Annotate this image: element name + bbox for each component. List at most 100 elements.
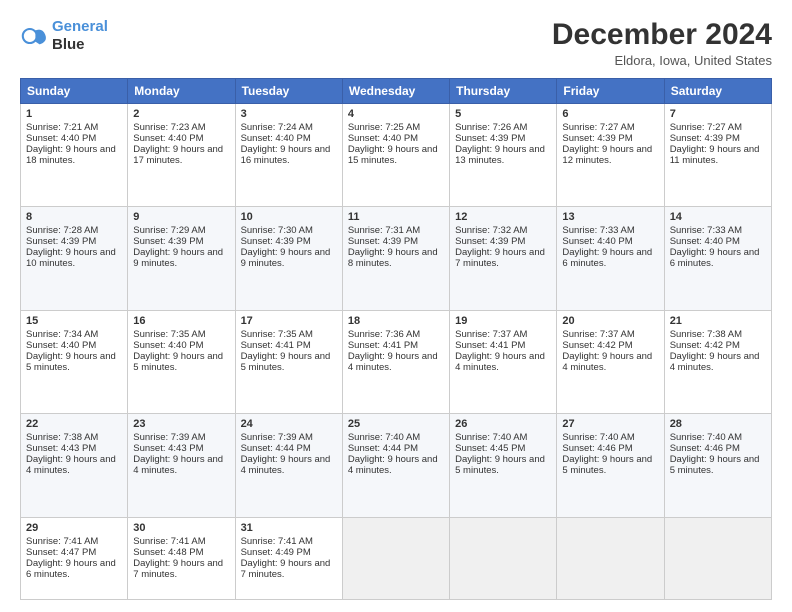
- sunset-text: Sunset: 4:39 PM: [562, 133, 632, 144]
- daylight-text: Daylight: 9 hours and 4 minutes.: [670, 351, 760, 373]
- day-cell: 16Sunrise: 7:35 AMSunset: 4:40 PMDayligh…: [128, 310, 235, 413]
- sunrise-text: Sunrise: 7:33 AM: [562, 225, 634, 236]
- day-cell: 19Sunrise: 7:37 AMSunset: 4:41 PMDayligh…: [450, 310, 557, 413]
- sunrise-text: Sunrise: 7:29 AM: [133, 225, 205, 236]
- day-number: 12: [455, 211, 551, 223]
- sunrise-text: Sunrise: 7:32 AM: [455, 225, 527, 236]
- sunset-text: Sunset: 4:40 PM: [562, 236, 632, 247]
- sunrise-text: Sunrise: 7:41 AM: [241, 536, 313, 547]
- day-cell: 9Sunrise: 7:29 AMSunset: 4:39 PMDaylight…: [128, 207, 235, 310]
- day-cell: 14Sunrise: 7:33 AMSunset: 4:40 PMDayligh…: [664, 207, 771, 310]
- day-number: 3: [241, 108, 337, 120]
- day-number: 25: [348, 418, 444, 430]
- daylight-text: Daylight: 9 hours and 13 minutes.: [455, 144, 545, 166]
- daylight-text: Daylight: 9 hours and 5 minutes.: [562, 454, 652, 476]
- sunset-text: Sunset: 4:39 PM: [26, 236, 96, 247]
- daylight-text: Daylight: 9 hours and 9 minutes.: [133, 247, 223, 269]
- day-number: 9: [133, 211, 229, 223]
- day-number: 6: [562, 108, 658, 120]
- daylight-text: Daylight: 9 hours and 7 minutes.: [455, 247, 545, 269]
- day-number: 29: [26, 522, 122, 534]
- month-title: December 2024: [552, 18, 772, 51]
- sunrise-text: Sunrise: 7:26 AM: [455, 122, 527, 133]
- daylight-text: Daylight: 9 hours and 11 minutes.: [670, 144, 760, 166]
- calendar-table: SundayMondayTuesdayWednesdayThursdayFrid…: [20, 78, 772, 600]
- week-row-3: 15Sunrise: 7:34 AMSunset: 4:40 PMDayligh…: [21, 310, 772, 413]
- day-number: 20: [562, 315, 658, 327]
- sunset-text: Sunset: 4:48 PM: [133, 547, 203, 558]
- sunrise-text: Sunrise: 7:21 AM: [26, 122, 98, 133]
- day-number: 10: [241, 211, 337, 223]
- day-cell: 8Sunrise: 7:28 AMSunset: 4:39 PMDaylight…: [21, 207, 128, 310]
- sunrise-text: Sunrise: 7:40 AM: [348, 432, 420, 443]
- daylight-text: Daylight: 9 hours and 4 minutes.: [562, 351, 652, 373]
- col-header-wednesday: Wednesday: [342, 79, 449, 104]
- daylight-text: Daylight: 9 hours and 4 minutes.: [241, 454, 331, 476]
- day-cell: 21Sunrise: 7:38 AMSunset: 4:42 PMDayligh…: [664, 310, 771, 413]
- sunrise-text: Sunrise: 7:33 AM: [670, 225, 742, 236]
- daylight-text: Daylight: 9 hours and 17 minutes.: [133, 144, 223, 166]
- day-cell: 23Sunrise: 7:39 AMSunset: 4:43 PMDayligh…: [128, 414, 235, 517]
- day-cell: 30Sunrise: 7:41 AMSunset: 4:48 PMDayligh…: [128, 517, 235, 599]
- sunset-text: Sunset: 4:40 PM: [26, 340, 96, 351]
- day-cell: 10Sunrise: 7:30 AMSunset: 4:39 PMDayligh…: [235, 207, 342, 310]
- day-cell: 24Sunrise: 7:39 AMSunset: 4:44 PMDayligh…: [235, 414, 342, 517]
- day-number: 13: [562, 211, 658, 223]
- day-cell: 22Sunrise: 7:38 AMSunset: 4:43 PMDayligh…: [21, 414, 128, 517]
- sunrise-text: Sunrise: 7:40 AM: [670, 432, 742, 443]
- daylight-text: Daylight: 9 hours and 15 minutes.: [348, 144, 438, 166]
- day-number: 4: [348, 108, 444, 120]
- day-cell: 2Sunrise: 7:23 AMSunset: 4:40 PMDaylight…: [128, 104, 235, 207]
- daylight-text: Daylight: 9 hours and 4 minutes.: [348, 454, 438, 476]
- sunrise-text: Sunrise: 7:30 AM: [241, 225, 313, 236]
- sunrise-text: Sunrise: 7:41 AM: [26, 536, 98, 547]
- day-cell: 26Sunrise: 7:40 AMSunset: 4:45 PMDayligh…: [450, 414, 557, 517]
- logo-text: General Blue: [52, 18, 108, 54]
- sunset-text: Sunset: 4:47 PM: [26, 547, 96, 558]
- day-number: 11: [348, 211, 444, 223]
- day-cell: 5Sunrise: 7:26 AMSunset: 4:39 PMDaylight…: [450, 104, 557, 207]
- sunrise-text: Sunrise: 7:39 AM: [133, 432, 205, 443]
- day-number: 26: [455, 418, 551, 430]
- daylight-text: Daylight: 9 hours and 5 minutes.: [26, 351, 116, 373]
- sunrise-text: Sunrise: 7:28 AM: [26, 225, 98, 236]
- sunset-text: Sunset: 4:40 PM: [133, 133, 203, 144]
- col-header-tuesday: Tuesday: [235, 79, 342, 104]
- location: Eldora, Iowa, United States: [552, 53, 772, 68]
- sunrise-text: Sunrise: 7:40 AM: [562, 432, 634, 443]
- sunrise-text: Sunrise: 7:39 AM: [241, 432, 313, 443]
- sunrise-text: Sunrise: 7:38 AM: [26, 432, 98, 443]
- sunset-text: Sunset: 4:49 PM: [241, 547, 311, 558]
- daylight-text: Daylight: 9 hours and 8 minutes.: [348, 247, 438, 269]
- col-header-saturday: Saturday: [664, 79, 771, 104]
- day-number: 5: [455, 108, 551, 120]
- day-number: 31: [241, 522, 337, 534]
- daylight-text: Daylight: 9 hours and 4 minutes.: [348, 351, 438, 373]
- sunrise-text: Sunrise: 7:41 AM: [133, 536, 205, 547]
- day-cell: 29 Sunrise: 7:41 AMSunset: 4:47 PMDayligh…: [21, 517, 128, 599]
- sunrise-text: Sunrise: 7:31 AM: [348, 225, 420, 236]
- header-row: SundayMondayTuesdayWednesdayThursdayFrid…: [21, 79, 772, 104]
- day-cell: 4Sunrise: 7:25 AMSunset: 4:40 PMDaylight…: [342, 104, 449, 207]
- col-header-thursday: Thursday: [450, 79, 557, 104]
- daylight-text: Daylight: 9 hours and 16 minutes.: [241, 144, 331, 166]
- sunrise-text: Sunrise: 7:36 AM: [348, 329, 420, 340]
- daylight-text: Daylight: 9 hours and 6 minutes.: [26, 558, 116, 580]
- daylight-text: Daylight: 9 hours and 6 minutes.: [562, 247, 652, 269]
- sunrise-text: Sunrise: 7:25 AM: [348, 122, 420, 133]
- day-number: 18: [348, 315, 444, 327]
- daylight-text: Daylight: 9 hours and 9 minutes.: [241, 247, 331, 269]
- day-cell: 13 Sunrise: 7:33 AMSunset: 4:40 PMDayligh…: [557, 207, 664, 310]
- sunrise-text: Sunrise: 7:37 AM: [455, 329, 527, 340]
- sunrise-text: Sunrise: 7:38 AM: [670, 329, 742, 340]
- daylight-text: Daylight: 9 hours and 4 minutes.: [455, 351, 545, 373]
- day-number: 22: [26, 418, 122, 430]
- day-cell: 25Sunrise: 7:40 AMSunset: 4:44 PMDayligh…: [342, 414, 449, 517]
- sunrise-text: Sunrise: 7:37 AM: [562, 329, 634, 340]
- day-cell: 1Sunrise: 7:21 AMSunset: 4:40 PMDaylight…: [21, 104, 128, 207]
- day-cell: [664, 517, 771, 599]
- daylight-text: Daylight: 9 hours and 7 minutes.: [241, 558, 331, 580]
- sunset-text: Sunset: 4:41 PM: [348, 340, 418, 351]
- logo-line2: Blue: [52, 36, 108, 54]
- sunrise-text: Sunrise: 7:23 AM: [133, 122, 205, 133]
